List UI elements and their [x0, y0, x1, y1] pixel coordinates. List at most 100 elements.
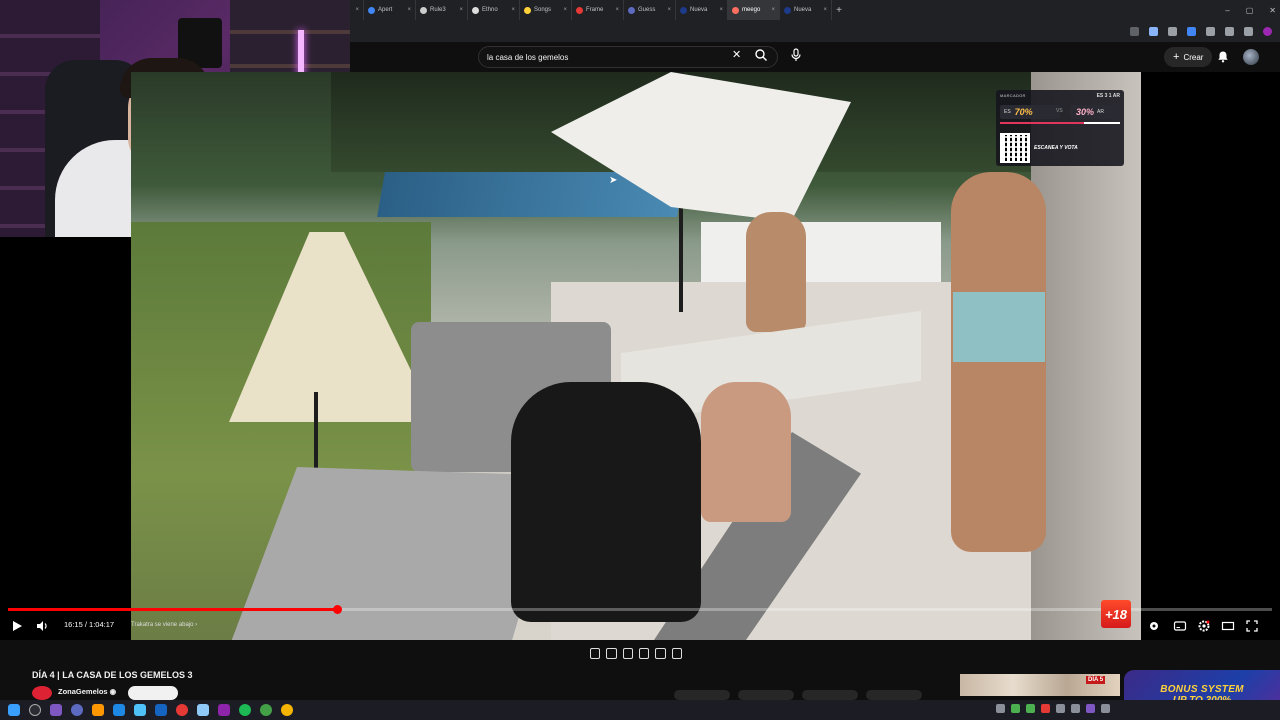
vote-ar-label: AR — [1097, 109, 1104, 115]
tray-icon[interactable] — [1086, 704, 1095, 713]
tab-label: Nueva — [690, 7, 708, 13]
chrome-icon[interactable] — [281, 704, 293, 716]
browser-tab[interactable]: Frame × — [572, 0, 624, 20]
app-icon[interactable] — [92, 704, 104, 716]
new-tab-button[interactable]: + — [832, 5, 846, 16]
extension-icon[interactable] — [1168, 26, 1177, 36]
close-tab-icon[interactable]: × — [459, 7, 463, 13]
share-button[interactable] — [738, 690, 794, 700]
browser-toolbar — [350, 20, 1280, 42]
tab-label: Ethno — [482, 7, 498, 13]
app-icon[interactable] — [71, 704, 83, 716]
close-tab-icon[interactable]: × — [615, 7, 619, 13]
save-button[interactable] — [802, 690, 858, 700]
video-title: DÍA 4 | LA CASA DE LOS GEMELOS 3 — [32, 670, 193, 680]
vote-bar-fill — [1000, 122, 1084, 124]
progress-fill — [8, 608, 337, 611]
tray-icon[interactable] — [996, 704, 1005, 713]
avatar[interactable] — [1243, 49, 1259, 65]
scrubber-handle[interactable] — [332, 605, 342, 614]
close-tab-icon[interactable]: × — [667, 7, 671, 13]
subtitles-icon[interactable] — [1173, 619, 1187, 633]
more-button[interactable] — [866, 690, 922, 700]
steam-icon[interactable] — [134, 704, 146, 716]
close-tab-icon[interactable]: × — [771, 7, 775, 13]
download-icon[interactable] — [1225, 26, 1234, 36]
browser-tab[interactable]: Songs × — [520, 0, 572, 20]
tab-label: Frame — [586, 7, 604, 13]
channel-avatar[interactable] — [32, 686, 52, 700]
close-tab-icon[interactable]: × — [511, 7, 515, 13]
create-button[interactable]: + Crear — [1164, 47, 1213, 67]
browser-tab[interactable]: Nueva × — [780, 0, 832, 20]
volume-icon[interactable] — [35, 619, 49, 633]
tray-icon[interactable] — [1041, 704, 1050, 713]
tray-icon[interactable] — [1071, 704, 1080, 713]
app-icon[interactable] — [197, 704, 209, 716]
browser-tab[interactable]: Apert × — [364, 0, 416, 20]
tab-label: Rule3 — [430, 7, 446, 13]
browser-tab[interactable]: Rule3 × — [416, 0, 468, 20]
tray-icon[interactable] — [1011, 704, 1020, 713]
profile-icon[interactable] — [1263, 26, 1272, 36]
app-icon[interactable] — [155, 704, 167, 716]
chapter-title[interactable]: Trakatra se viene abajo › — [131, 622, 197, 628]
search-icon[interactable] — [754, 48, 768, 62]
audio-icon[interactable] — [606, 647, 617, 659]
close-tab-icon[interactable]: × — [719, 7, 723, 13]
theater-mode-icon[interactable] — [1221, 619, 1235, 633]
tab-favicon-icon — [420, 6, 427, 14]
tray-icon[interactable] — [1101, 704, 1110, 713]
search-icon[interactable] — [29, 704, 41, 716]
puzzle-icon[interactable] — [1206, 26, 1215, 36]
vote-es-box: ES 70% — [1000, 105, 1060, 119]
settings-gear-icon[interactable] — [1197, 619, 1211, 633]
layers-icon[interactable] — [638, 647, 650, 659]
browser-tab[interactable]: meego × — [728, 0, 780, 20]
play-icon[interactable] — [10, 619, 24, 633]
fullscreen-icon[interactable] — [1245, 619, 1259, 633]
plus-icon: + — [1173, 51, 1180, 63]
youtube-header: la casa de los gemelos ✕ + Crear — [350, 42, 1280, 72]
close-tab-icon[interactable]: × — [823, 7, 827, 13]
extension-icon[interactable] — [1187, 26, 1196, 36]
browser-tab[interactable]: Guess × — [624, 0, 676, 20]
close-tab-icon[interactable]: × — [563, 7, 567, 13]
clear-search-icon[interactable]: ✕ — [732, 48, 741, 61]
spotify-icon[interactable] — [239, 704, 251, 716]
browser-tab[interactable]: Nueva × — [676, 0, 728, 20]
vote-bar — [1000, 122, 1120, 124]
tray-icon[interactable] — [1056, 704, 1065, 713]
channel-name[interactable]: ZonaGemelos ◉ — [58, 687, 116, 696]
flask-icon[interactable] — [671, 647, 682, 659]
install-icon[interactable] — [1130, 26, 1139, 36]
browser-tab[interactable]: Ethno × — [468, 0, 520, 20]
maximize-button[interactable]: ▢ — [1246, 6, 1254, 15]
app-icon[interactable] — [113, 704, 125, 716]
extension-icons — [1130, 26, 1280, 36]
mic-icon[interactable] — [790, 48, 802, 62]
close-tab-icon[interactable]: × — [355, 7, 359, 13]
bell-icon[interactable] — [1217, 50, 1229, 63]
vote-ar-box: 30% AR — [1070, 105, 1120, 119]
spotify-icon[interactable] — [260, 704, 272, 716]
windows-start-icon[interactable] — [8, 704, 20, 716]
loop-icon[interactable] — [590, 647, 601, 659]
autoplay-toggle-icon[interactable] — [1147, 619, 1161, 633]
minimize-button[interactable]: – — [1225, 6, 1229, 15]
speed-icon[interactable] — [655, 647, 666, 659]
screen-icon[interactable] — [622, 647, 633, 659]
letterbox-right — [1141, 72, 1280, 640]
chrome-icon[interactable] — [176, 704, 188, 716]
star-icon[interactable] — [1149, 26, 1158, 36]
app-icon[interactable] — [50, 704, 62, 716]
app-icon[interactable] — [218, 704, 230, 716]
tray-icon[interactable] — [1026, 704, 1035, 713]
progress-bar[interactable] — [8, 605, 1272, 614]
video-frame[interactable]: ➤ MARCADOR ES 3 1 AR ES 70% VS 30% AR ES… — [131, 72, 1141, 640]
close-tab-icon[interactable]: × — [407, 7, 411, 13]
close-window-button[interactable]: ✕ — [1269, 6, 1276, 15]
like-button[interactable] — [674, 690, 730, 700]
menu-icon[interactable] — [1244, 26, 1253, 36]
subscribe-button[interactable] — [128, 686, 178, 700]
